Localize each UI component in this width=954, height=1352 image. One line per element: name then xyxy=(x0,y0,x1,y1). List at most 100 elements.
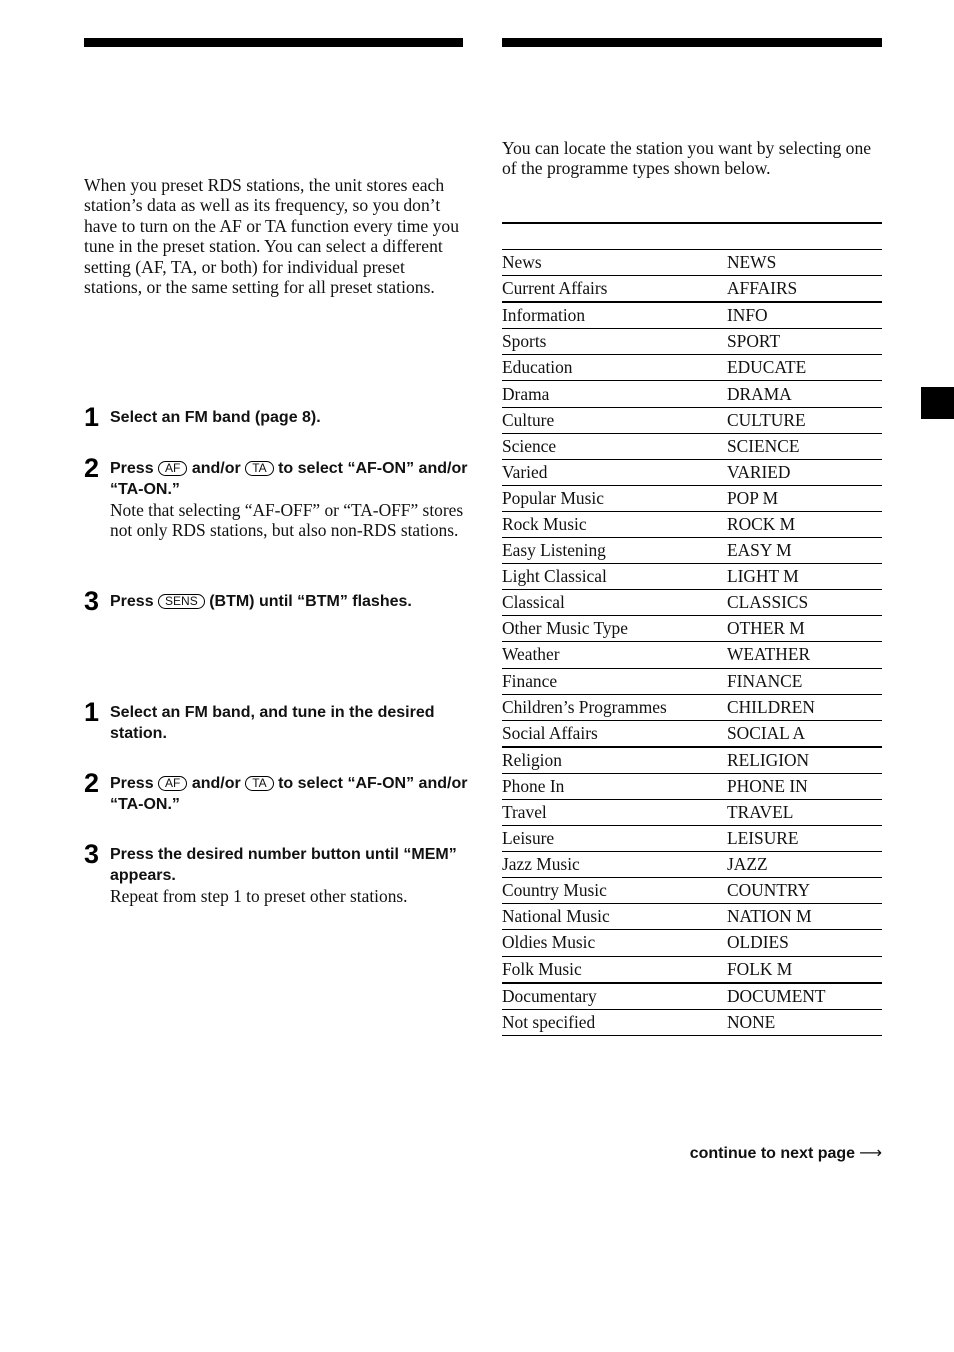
programme-type-cell: Not specified xyxy=(502,1009,727,1036)
display-name-cell: LEISURE xyxy=(727,825,882,853)
sens-button-icon: SENS xyxy=(158,594,205,609)
table-row: Documentary DOCUMENT xyxy=(502,982,882,1010)
programme-type-cell: Drama xyxy=(502,380,727,408)
programme-type-cell: Folk Music xyxy=(502,956,727,984)
table-row: Education EDUCATE xyxy=(502,354,882,382)
ta-button-icon: TA xyxy=(245,461,274,476)
table-header-rule xyxy=(502,222,882,224)
table-row: Not specified NONE xyxy=(502,1009,882,1036)
section-rule-left xyxy=(84,38,463,47)
step-note: Repeat from step 1 to preset other stati… xyxy=(110,886,408,906)
display-name-cell: PHONE IN xyxy=(727,773,882,800)
programme-type-cell: Country Music xyxy=(502,877,727,905)
programme-type-table: News NEWS Current Affairs AFFAIRS Informatio… xyxy=(502,249,882,1036)
display-name-cell: VARIED xyxy=(727,459,882,486)
step-text: Press xyxy=(110,593,154,610)
table-row: Finance FINANCE xyxy=(502,668,882,695)
af-button-icon: AF xyxy=(158,461,188,476)
intro-paragraph-right: You can locate the station you want by s… xyxy=(502,138,872,179)
display-name-cell: WEATHER xyxy=(727,641,882,669)
programme-type-cell: Leisure xyxy=(502,825,727,853)
af-button-icon: AF xyxy=(158,776,188,791)
display-name-cell: CHILDREN xyxy=(727,694,882,721)
programme-type-cell: Travel xyxy=(502,799,727,827)
table-row: Varied VARIED xyxy=(502,459,882,486)
step-title: Press SENS (BTM) until “BTM” flashes. xyxy=(110,592,469,613)
programme-type-cell: Children’s Programmes xyxy=(502,694,727,721)
programme-type-cell: National Music xyxy=(502,903,727,931)
step-text: and/or xyxy=(191,460,241,477)
table-row: Light Classical LIGHT M xyxy=(502,563,882,591)
step-number: 3 xyxy=(84,586,100,616)
display-name-cell: DOCUMENT xyxy=(727,982,882,1010)
table-row: News NEWS xyxy=(502,249,882,277)
step-title: Press AF and/or TA to select “AF-ON” and… xyxy=(110,459,469,500)
table-row: Religion RELIGION xyxy=(502,746,882,774)
table-row: Children’s Programmes CHILDREN xyxy=(502,694,882,721)
display-name-cell: EASY M xyxy=(727,537,882,565)
programme-type-cell: Classical xyxy=(502,589,727,617)
programme-type-cell: Other Music Type xyxy=(502,615,727,643)
ta-button-icon: TA xyxy=(245,776,274,791)
table-row: Phone In PHONE IN xyxy=(502,773,882,800)
display-name-cell: SOCIAL A xyxy=(727,720,882,748)
step-title: Select an FM band (page 8). xyxy=(110,409,321,426)
step-number: 1 xyxy=(84,697,100,727)
programme-type-cell: Documentary xyxy=(502,982,727,1010)
display-name-cell: INFO xyxy=(727,302,882,330)
display-name-cell: TRAVEL xyxy=(727,799,882,827)
step-number: 2 xyxy=(84,453,100,483)
programme-type-cell: Rock Music xyxy=(502,511,727,539)
display-name-cell: OTHER M xyxy=(727,615,882,643)
programme-type-cell: Sports xyxy=(502,328,727,356)
programme-type-cell: Oldies Music xyxy=(502,929,727,957)
display-name-cell: ROCK M xyxy=(727,511,882,539)
table-row: Popular Music POP M xyxy=(502,485,882,512)
programme-type-cell: Religion xyxy=(502,746,727,774)
programme-type-cell: Phone In xyxy=(502,773,727,800)
display-name-cell: FINANCE xyxy=(727,668,882,695)
step-text: Press xyxy=(110,460,154,477)
step-text: Press xyxy=(110,775,154,792)
display-name-cell: CLASSICS xyxy=(727,589,882,617)
intro-paragraph-left: When you preset RDS stations, the unit s… xyxy=(84,175,459,298)
display-name-cell: DRAMA xyxy=(727,380,882,408)
table-row: Science SCIENCE xyxy=(502,433,882,460)
display-name-cell: LIGHT M xyxy=(727,563,882,591)
step-all-2: 2 Press AF and/or TA to select “AF-ON” a… xyxy=(84,453,469,541)
display-name-cell: NONE xyxy=(727,1009,882,1036)
display-name-cell: COUNTRY xyxy=(727,877,882,905)
section-rule-right xyxy=(502,38,882,47)
step-title: Press AF and/or TA to select “AF-ON” and… xyxy=(110,774,469,815)
table-row: Country Music COUNTRY xyxy=(502,877,882,905)
step-all-3: 3 Press SENS (BTM) until “BTM” flashes. xyxy=(84,586,469,616)
programme-type-cell: Culture xyxy=(502,407,727,434)
display-name-cell: CULTURE xyxy=(727,407,882,434)
table-row: Rock Music ROCK M xyxy=(502,511,882,539)
table-row: Travel TRAVEL xyxy=(502,799,882,827)
table-row: Folk Music FOLK M xyxy=(502,956,882,984)
display-name-cell: EDUCATE xyxy=(727,354,882,382)
table-row: Jazz Music JAZZ xyxy=(502,851,882,879)
programme-type-cell: Light Classical xyxy=(502,563,727,591)
step-all-1: 1 Select an FM band (page 8). xyxy=(84,402,469,432)
programme-type-cell: Education xyxy=(502,354,727,382)
step-individual-3: 3 Press the desired number button until … xyxy=(84,839,469,906)
display-name-cell: NEWS xyxy=(727,249,882,277)
display-name-cell: AFFAIRS xyxy=(727,275,882,304)
programme-type-cell: Easy Listening xyxy=(502,537,727,565)
programme-type-cell: Current Affairs xyxy=(502,275,727,304)
programme-type-cell: News xyxy=(502,249,727,277)
display-name-cell: OLDIES xyxy=(727,929,882,957)
step-number: 1 xyxy=(84,402,100,432)
table-row: Current Affairs AFFAIRS xyxy=(502,275,882,304)
continue-label: continue to next page xyxy=(689,1145,856,1162)
display-name-cell: FOLK M xyxy=(727,956,882,984)
table-row: Information INFO xyxy=(502,302,882,330)
table-row: Social Affairs SOCIAL A xyxy=(502,720,882,748)
display-name-cell: SPORT xyxy=(727,328,882,356)
programme-type-cell: Finance xyxy=(502,668,727,695)
table-row: Culture CULTURE xyxy=(502,407,882,434)
table-row: Easy Listening EASY M xyxy=(502,537,882,565)
table-row: Sports SPORT xyxy=(502,328,882,356)
